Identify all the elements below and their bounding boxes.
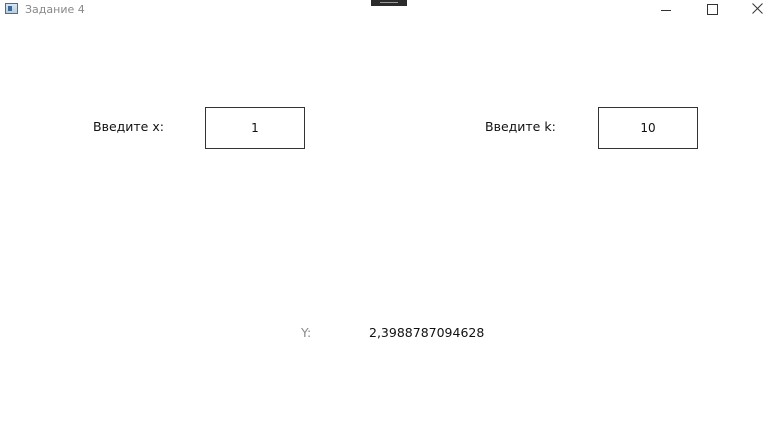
y-label: Y:: [301, 325, 312, 340]
app-window-icon[interactable]: [5, 3, 18, 14]
k-input[interactable]: 10: [598, 107, 698, 149]
debug-toolbar-handle[interactable]: [371, 0, 407, 6]
x-label: Введите x:: [93, 119, 164, 134]
close-icon: [752, 3, 763, 14]
minimize-icon: [661, 10, 671, 11]
close-button[interactable]: [734, 0, 778, 22]
k-label: Введите k:: [485, 119, 556, 134]
window-title: Задание 4: [25, 3, 85, 16]
x-input[interactable]: 1: [205, 107, 305, 149]
app-window: Задание 4 Введите x: 1 Введите k: 10 Y: …: [0, 0, 778, 430]
maximize-icon: [707, 4, 718, 15]
y-result-value: 2,3988787094628: [369, 325, 485, 340]
minimize-button[interactable]: [642, 0, 688, 22]
maximize-button[interactable]: [689, 0, 735, 22]
title-bar[interactable]: Задание 4: [0, 0, 778, 22]
